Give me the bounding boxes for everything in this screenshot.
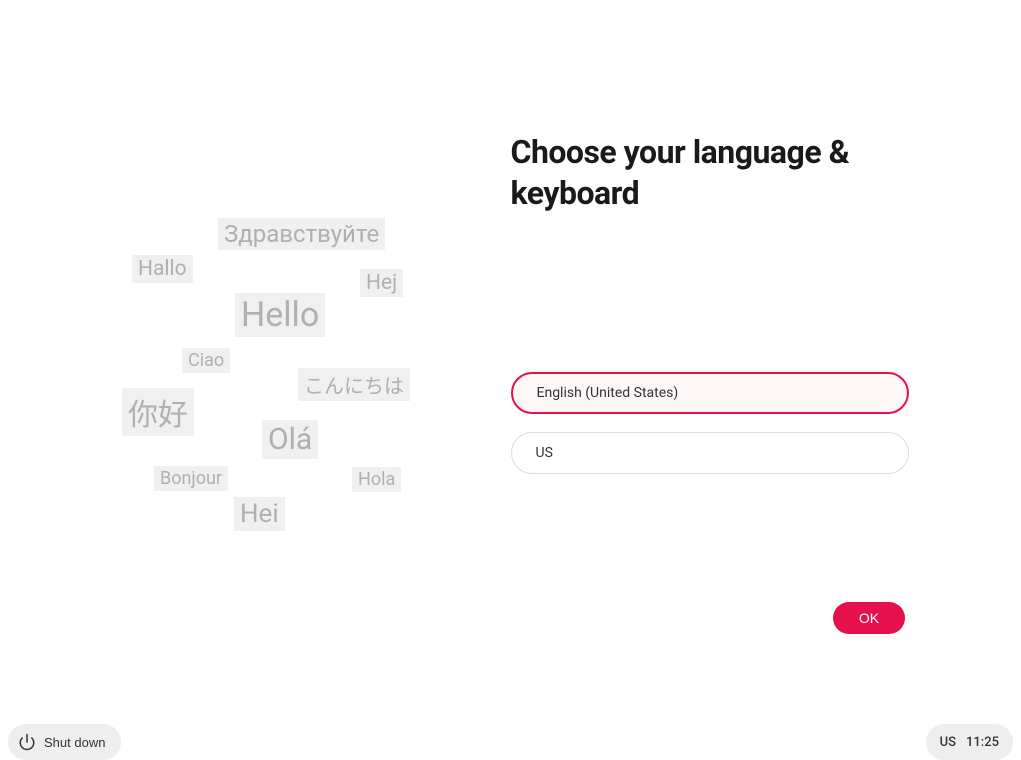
greeting-japanese: こんにちは bbox=[298, 368, 410, 401]
greeting-spanish: Hola bbox=[352, 467, 401, 492]
status-area[interactable]: US 11:25 bbox=[926, 724, 1013, 760]
greeting-portuguese: Olá bbox=[262, 420, 318, 459]
greeting-swedish: Hej bbox=[360, 269, 403, 297]
greeting-italian: Ciao bbox=[182, 348, 230, 373]
shutdown-button-label: Shut down bbox=[44, 735, 105, 750]
greeting-word-cloud: Здравствуйте Hallo Hej Hello Ciao こんにちは … bbox=[0, 0, 511, 758]
keyboard-indicator: US bbox=[940, 735, 956, 750]
power-icon bbox=[18, 733, 36, 751]
greeting-chinese: 你好 bbox=[122, 388, 194, 436]
language-select-value: English (United States) bbox=[537, 385, 679, 401]
language-select[interactable]: English (United States) bbox=[511, 372, 909, 414]
greeting-french: Bonjour bbox=[154, 466, 228, 491]
keyboard-select-value: US bbox=[536, 445, 553, 461]
greeting-english: Hello bbox=[235, 293, 325, 337]
greeting-russian: Здравствуйте bbox=[218, 218, 385, 250]
clock: 11:25 bbox=[966, 735, 999, 750]
keyboard-select[interactable]: US bbox=[511, 432, 909, 474]
page-title: Choose your language & keyboard bbox=[511, 132, 911, 214]
shutdown-button[interactable]: Shut down bbox=[8, 724, 121, 760]
greeting-finnish: Hei bbox=[234, 497, 285, 531]
ok-button[interactable]: OK bbox=[833, 602, 905, 634]
greeting-german: Hallo bbox=[132, 255, 193, 283]
